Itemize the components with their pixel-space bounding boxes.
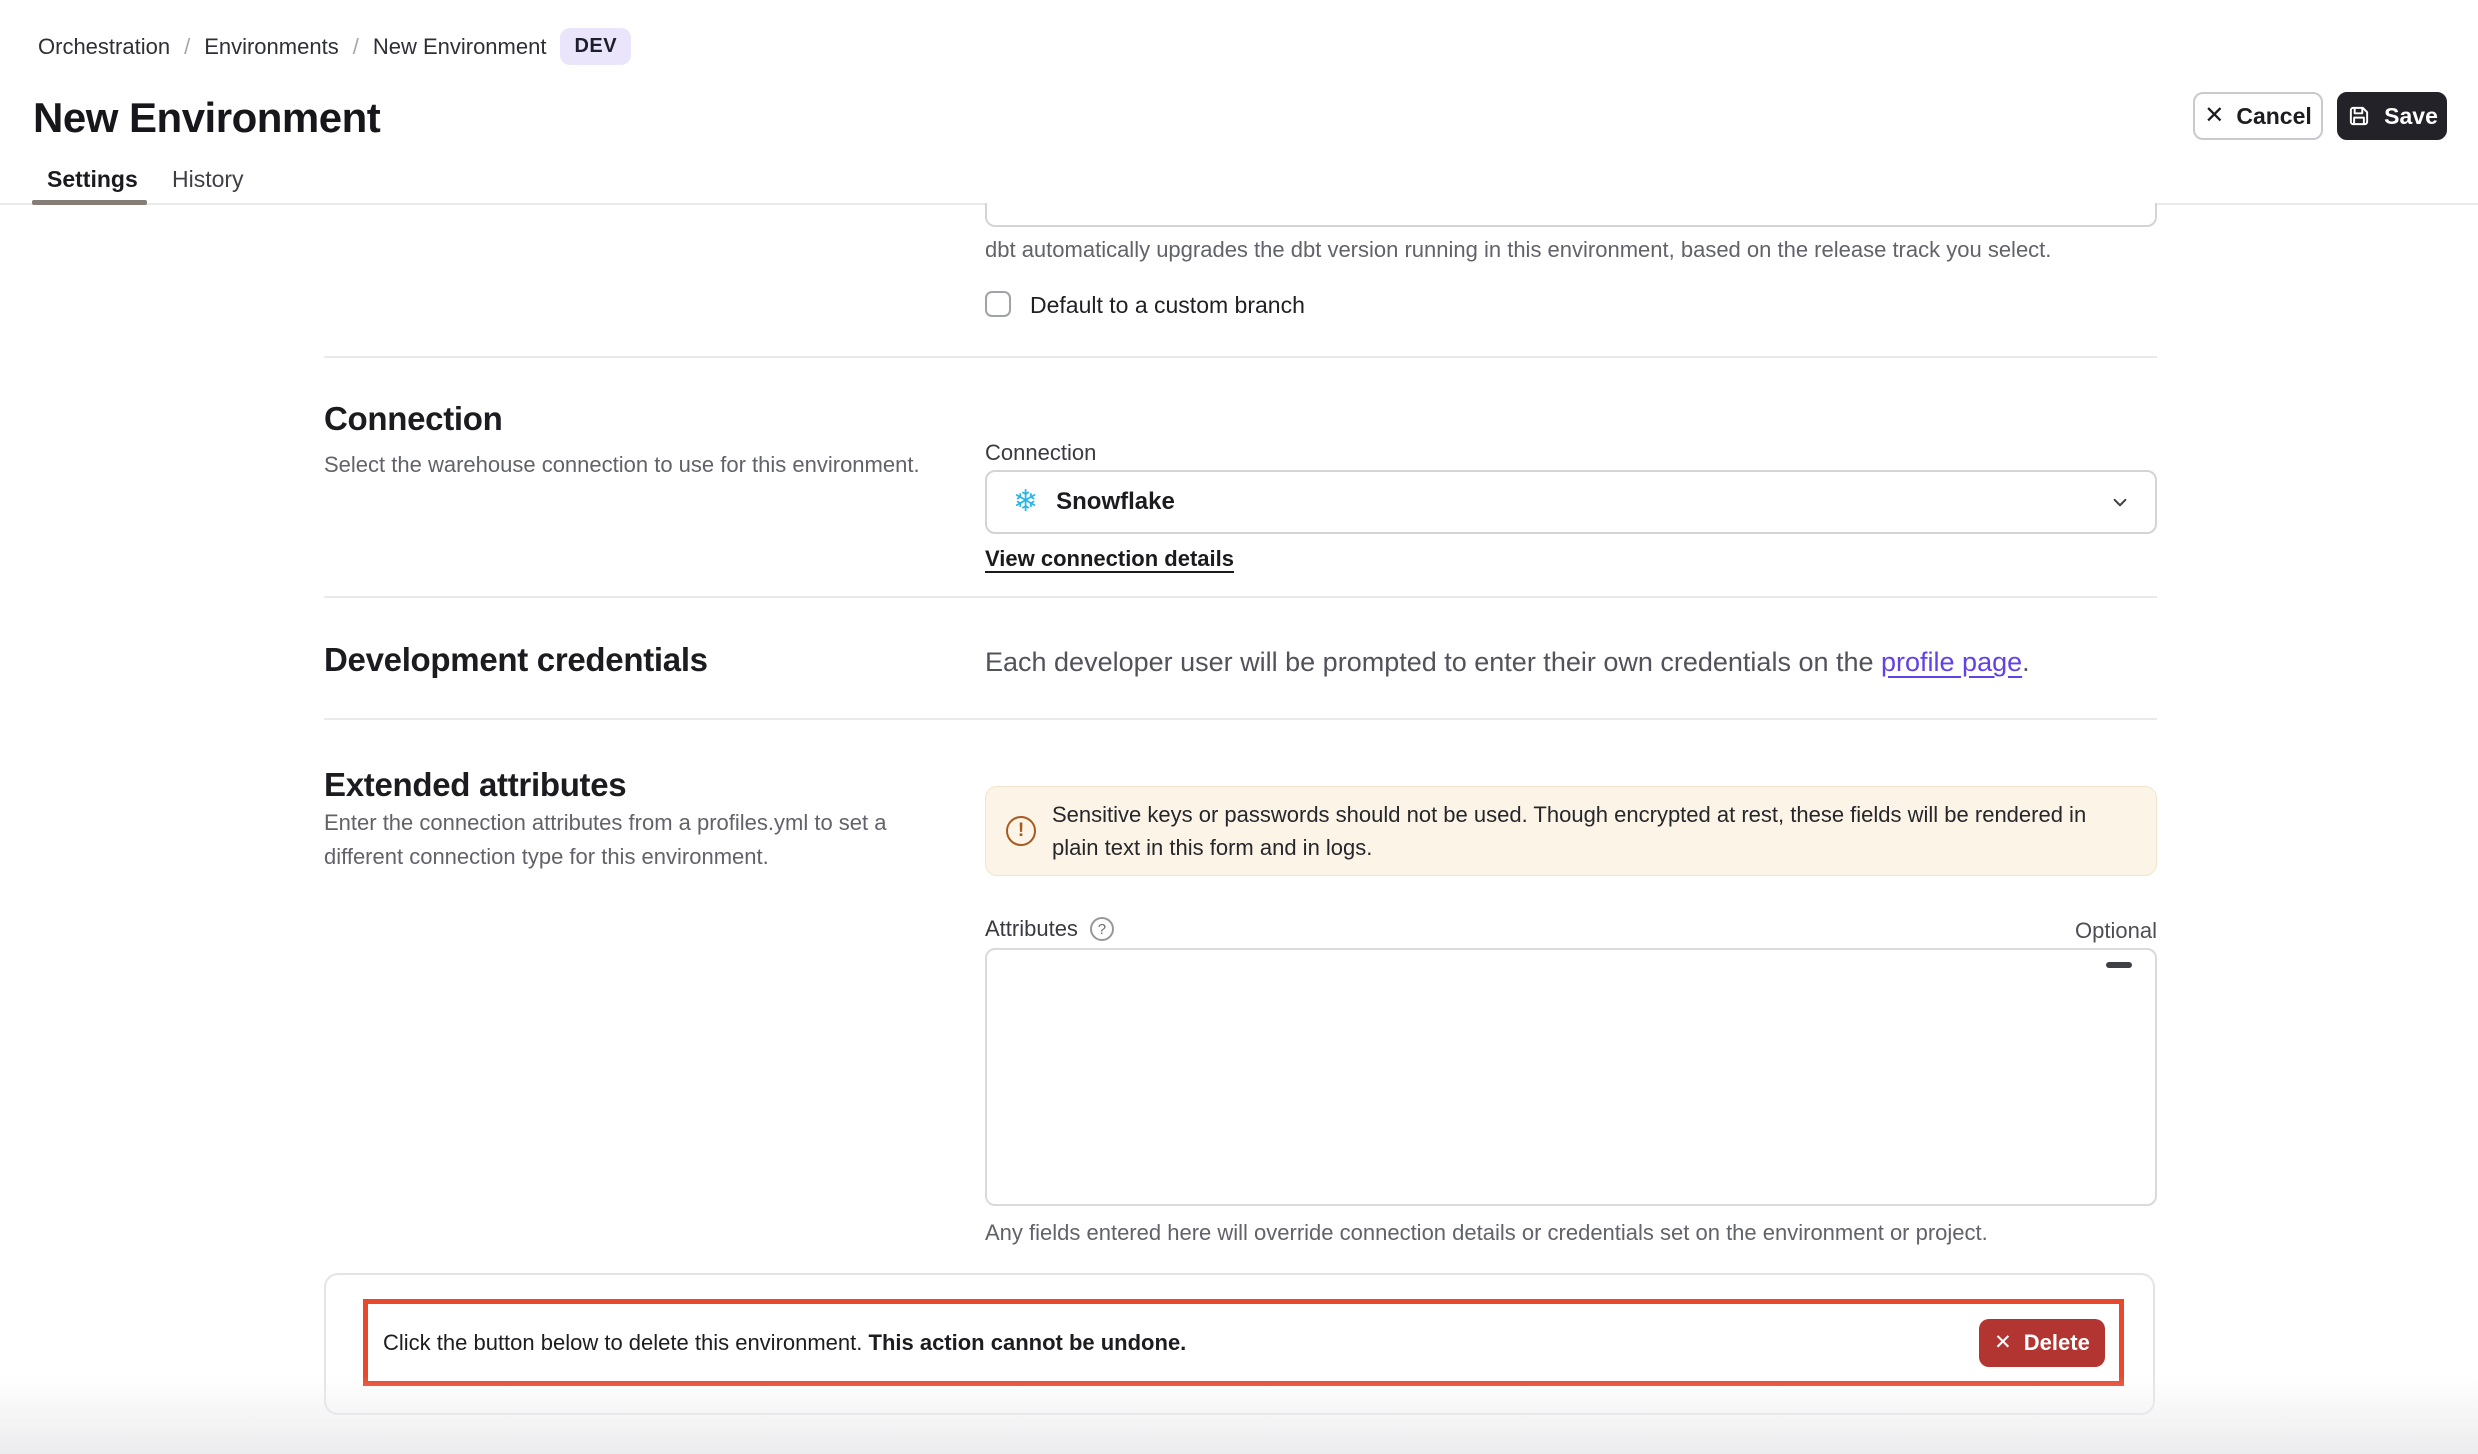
connection-field-label: Connection (985, 440, 1096, 466)
breadcrumb-separator: / (353, 34, 359, 60)
attributes-textarea[interactable] (985, 948, 2157, 1206)
save-icon (2346, 103, 2372, 129)
active-tab-underline (32, 200, 147, 205)
breadcrumb-new-environment[interactable]: New Environment (373, 34, 547, 60)
custom-branch-checkbox[interactable] (985, 291, 1011, 317)
delete-environment-text: Click the button below to delete this en… (383, 1330, 1186, 1356)
connection-heading: Connection (324, 400, 502, 438)
section-divider (324, 356, 2157, 358)
danger-zone-annotation-highlight: Click the button below to delete this en… (363, 1299, 2124, 1386)
help-icon[interactable]: ? (1090, 917, 1114, 941)
custom-branch-label: Default to a custom branch (1030, 292, 1305, 319)
warning-text: Sensitive keys or passwords should not b… (1052, 798, 2132, 864)
tab-history[interactable]: History (172, 166, 244, 193)
breadcrumb: Orchestration / Environments / New Envir… (38, 28, 631, 65)
breadcrumb-environments[interactable]: Environments (204, 34, 339, 60)
save-button[interactable]: Save (2337, 92, 2447, 140)
delete-button[interactable]: ✕ Delete (1979, 1319, 2105, 1367)
collapse-editor-icon[interactable] (2106, 962, 2132, 968)
delete-text-regular: Click the button below to delete this en… (383, 1330, 869, 1355)
close-icon: ✕ (2204, 104, 2224, 128)
breadcrumb-separator: / (184, 34, 190, 60)
section-divider (324, 596, 2157, 598)
extended-attributes-description: Enter the connection attributes from a p… (324, 806, 949, 874)
extended-attributes-heading: Extended attributes (324, 766, 626, 804)
cancel-button[interactable]: ✕ Cancel (2193, 92, 2323, 140)
devcred-text-before: Each developer user will be prompted to … (985, 647, 1881, 677)
attributes-field-label: Attributes (985, 916, 1078, 942)
connection-description: Select the warehouse connection to use f… (324, 448, 964, 482)
delete-text-bold: This action cannot be undone. (869, 1330, 1187, 1355)
cancel-button-label: Cancel (2236, 103, 2311, 130)
environment-settings-page: Orchestration / Environments / New Envir… (0, 0, 2478, 1454)
close-icon: ✕ (1994, 1332, 2012, 1353)
delete-button-label: Delete (2024, 1330, 2090, 1356)
connection-selected-value: Snowflake (1056, 488, 1175, 516)
breadcrumb-orchestration[interactable]: Orchestration (38, 34, 170, 60)
release-track-helper: dbt automatically upgrades the dbt versi… (985, 237, 2051, 263)
environment-type-badge: DEV (560, 28, 631, 65)
development-credentials-heading: Development credentials (324, 641, 708, 679)
chevron-down-icon (2107, 489, 2133, 515)
section-divider (324, 718, 2157, 720)
attributes-optional-label: Optional (2057, 918, 2157, 944)
warning-icon: ! (1006, 816, 1036, 846)
snowflake-icon: ❄ (1013, 487, 1038, 517)
save-button-label: Save (2384, 103, 2438, 130)
sensitive-keys-warning: ! Sensitive keys or passwords should not… (985, 786, 2157, 876)
profile-page-link[interactable]: profile page (1881, 647, 2022, 677)
page-title: New Environment (33, 94, 380, 142)
development-credentials-text: Each developer user will be prompted to … (985, 647, 2030, 678)
attributes-helper: Any fields entered here will override co… (985, 1220, 1988, 1246)
devcred-text-after: . (2022, 647, 2030, 677)
release-track-input-partial[interactable] (985, 203, 2157, 227)
connection-select[interactable]: ❄ Snowflake (985, 470, 2157, 534)
attributes-label-row: Attributes ? (985, 916, 1114, 942)
view-connection-details-link[interactable]: View connection details (985, 546, 1234, 572)
tab-settings[interactable]: Settings (47, 166, 138, 193)
